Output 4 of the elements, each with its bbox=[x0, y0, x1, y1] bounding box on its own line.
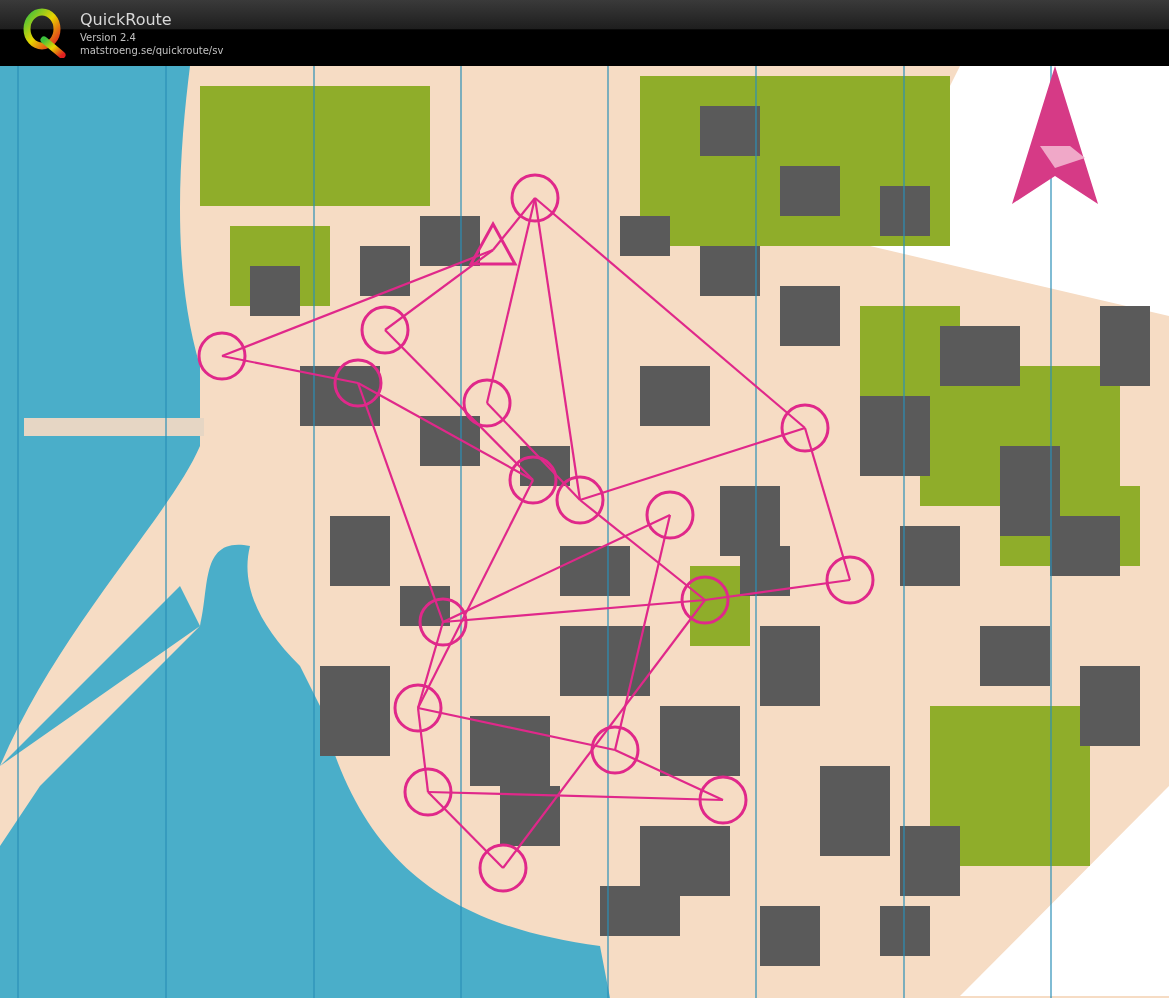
app-title: QuickRoute bbox=[80, 9, 173, 31]
version-label: Version 2.4 bbox=[80, 31, 137, 44]
logo-icon bbox=[22, 8, 66, 58]
website-url: matstroeng.se/quickroute/sv bbox=[80, 44, 224, 57]
